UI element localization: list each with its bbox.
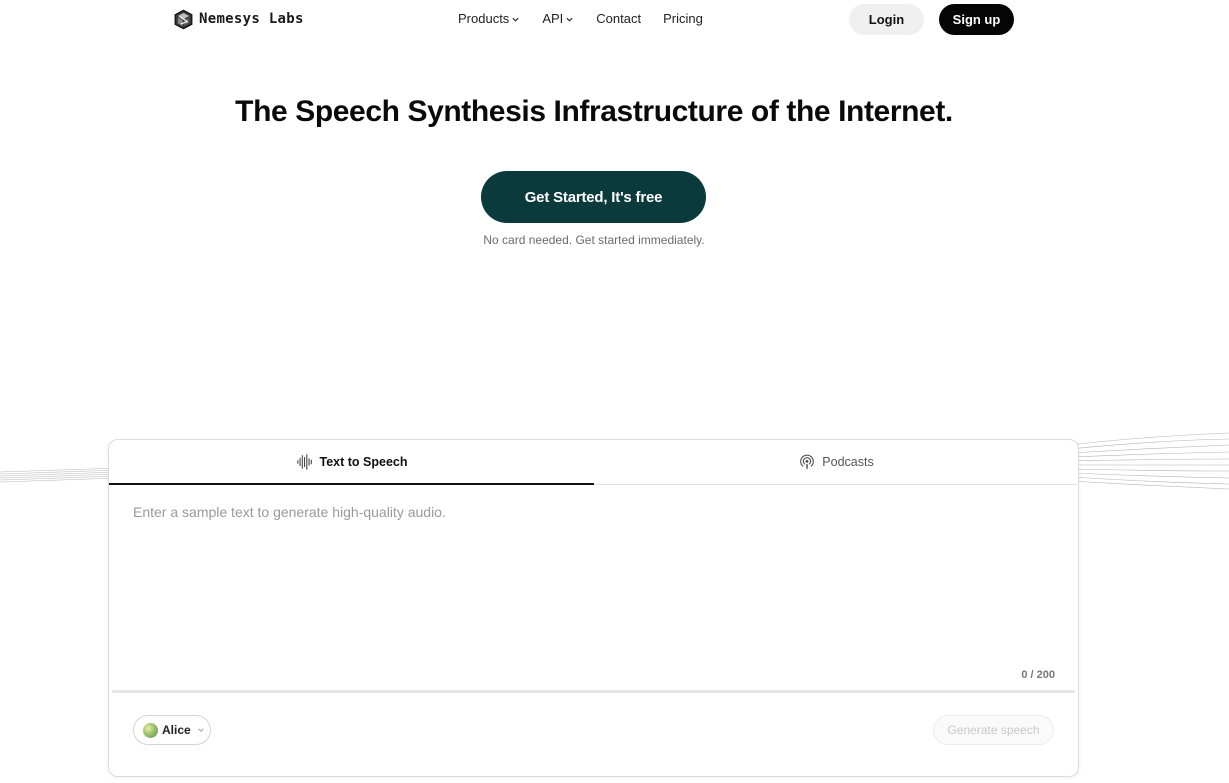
cta-note: No card needed. Get started immediately.	[483, 233, 705, 247]
voice-selector[interactable]: Alice	[133, 715, 211, 745]
nav-pricing[interactable]: Pricing	[663, 10, 703, 28]
sample-text-input[interactable]	[133, 504, 1053, 654]
voice-name: Alice	[162, 723, 191, 737]
tab-text-to-speech-label: Text to Speech	[319, 454, 408, 469]
voice-avatar	[143, 722, 158, 738]
hero-title: The Speech Synthesis Infrastructure of t…	[0, 92, 1188, 132]
nav-pricing-label: Pricing	[663, 11, 703, 26]
demo-tabs: Text to Speech Podcasts	[109, 440, 1078, 485]
hero-title-text: The Speech Synthesis Infrastructure of t…	[235, 95, 953, 128]
cube-logo-icon	[174, 9, 193, 29]
podcast-icon	[800, 454, 815, 469]
top-nav: Nemesys Labs Products API Contact Pricin…	[0, 0, 1229, 38]
generate-speech-button[interactable]: Generate speech	[933, 715, 1054, 745]
get-started-button[interactable]: Get Started, It's free	[481, 171, 706, 223]
chevron-down-icon	[512, 17, 519, 22]
nav-products-label: Products	[458, 11, 510, 26]
tab-podcasts[interactable]: Podcasts	[594, 440, 1078, 483]
nav-contact-label: Contact	[596, 11, 642, 26]
tts-demo-card: Text to Speech Podcasts 0 / 200 Alice	[108, 439, 1079, 777]
nav-api-label: API	[542, 11, 564, 26]
login-button[interactable]: Login	[849, 4, 924, 35]
nav-api[interactable]: API	[542, 10, 574, 28]
input-divider	[112, 690, 1075, 693]
nav-links: Products API Contact Pricing	[458, 10, 703, 28]
tab-text-to-speech[interactable]: Text to Speech	[109, 440, 594, 485]
character-counter: 0 / 200	[1021, 669, 1055, 681]
waveform-icon	[296, 453, 312, 470]
page: Nemesys Labs Products API Contact Pricin…	[0, 0, 1229, 783]
brand-name: Nemesys Labs	[199, 11, 304, 27]
brand[interactable]: Nemesys Labs	[173, 7, 304, 31]
signup-button[interactable]: Sign up	[939, 4, 1014, 35]
tab-podcasts-label: Podcasts	[822, 454, 874, 469]
chevron-down-icon	[566, 17, 573, 22]
nav-products[interactable]: Products	[458, 10, 520, 28]
nav-contact[interactable]: Contact	[596, 10, 641, 28]
chevron-down-icon	[197, 728, 204, 732]
